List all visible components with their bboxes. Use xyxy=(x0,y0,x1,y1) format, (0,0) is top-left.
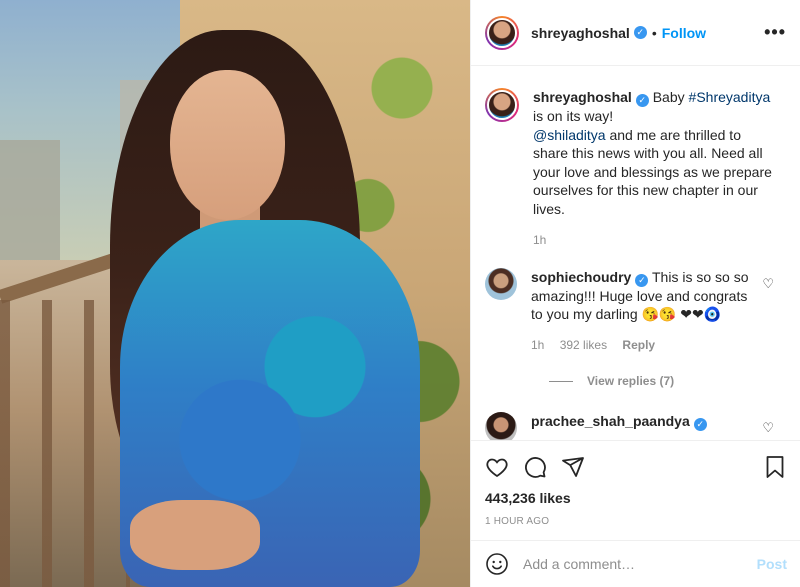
caption-prefix: Baby xyxy=(652,89,689,105)
comment-likes[interactable]: 392 likes xyxy=(560,338,607,352)
comment-username[interactable]: sophiechoudry xyxy=(531,269,631,285)
comment: prachee_shah_paandya ✓ ♡ xyxy=(485,412,784,440)
separator-dot: • xyxy=(651,24,657,41)
share-icon[interactable] xyxy=(561,455,585,479)
verified-icon: ✓ xyxy=(633,26,647,39)
likes-count[interactable]: 443,236 likes xyxy=(485,490,787,506)
photo-building xyxy=(0,140,60,260)
avatar[interactable] xyxy=(485,15,519,50)
caption-username[interactable]: shreyaghoshal xyxy=(533,89,632,105)
comment-avatar[interactable] xyxy=(485,412,517,440)
view-replies-button[interactable]: View replies (7) xyxy=(549,374,784,388)
comment: sophiechoudry ✓ This is so so so amazing!… xyxy=(485,267,784,355)
comment-meta: 1h 392 likes Reply xyxy=(531,336,751,355)
photo-hands xyxy=(130,500,260,570)
comment-avatar[interactable] xyxy=(485,267,517,300)
avatar-image xyxy=(487,17,517,48)
bookmark-icon[interactable] xyxy=(763,455,787,479)
comment-time[interactable]: 1h xyxy=(531,338,544,352)
post-panel: shreyaghoshal ✓ • Follow ••• shreyaghosh… xyxy=(470,0,800,587)
post-button[interactable]: Post xyxy=(757,556,787,572)
verified-icon: ✓ xyxy=(635,94,649,107)
post-photo[interactable] xyxy=(0,0,470,587)
reply-button[interactable]: Reply xyxy=(622,338,655,352)
mention-link[interactable]: @shiladitya xyxy=(533,127,606,143)
post-time[interactable]: 1 HOUR AGO xyxy=(485,516,787,527)
replies-line xyxy=(549,380,573,382)
comment-icon[interactable] xyxy=(523,455,547,479)
comments-section: shreyaghoshal ✓ Baby #Shreyaditya is on i… xyxy=(471,66,800,440)
verified-icon: ✓ xyxy=(635,273,649,287)
username[interactable]: shreyaghoshal xyxy=(531,25,630,41)
add-comment-bar: Add a comment… Post xyxy=(471,540,800,587)
comment-username[interactable]: prachee_shah_paandya xyxy=(531,413,690,429)
caption-text: shreyaghoshal ✓ Baby #Shreyaditya is on i… xyxy=(533,88,775,250)
view-replies-label: View replies (7) xyxy=(587,374,675,388)
comment-body: prachee_shah_paandya ✓ xyxy=(531,412,751,440)
photo-face xyxy=(170,70,285,220)
comment-like-icon[interactable]: ♡ xyxy=(762,420,774,436)
verified-icon: ✓ xyxy=(693,418,707,431)
caption-time[interactable]: 1h xyxy=(533,231,775,250)
avatar-image xyxy=(487,90,517,120)
more-options-icon[interactable]: ••• xyxy=(764,22,786,43)
post-header: shreyaghoshal ✓ • Follow ••• xyxy=(471,0,800,66)
post-actions: 443,236 likes 1 HOUR AGO xyxy=(471,440,800,527)
caption-avatar[interactable] xyxy=(485,88,519,122)
comment-input[interactable]: Add a comment… xyxy=(523,556,757,572)
action-icons xyxy=(485,453,787,481)
caption: shreyaghoshal ✓ Baby #Shreyaditya is on i… xyxy=(485,88,784,250)
follow-button[interactable]: Follow xyxy=(662,25,706,41)
hashtag-link[interactable]: #Shreyaditya xyxy=(689,89,771,105)
emoji-icon[interactable] xyxy=(485,552,509,576)
heart-icon[interactable] xyxy=(485,455,509,479)
caption-line1-end: is on its way! xyxy=(533,108,614,124)
comment-like-icon[interactable]: ♡ xyxy=(762,276,774,292)
comment-body: sophiechoudry ✓ This is so so so amazing!… xyxy=(531,268,751,355)
